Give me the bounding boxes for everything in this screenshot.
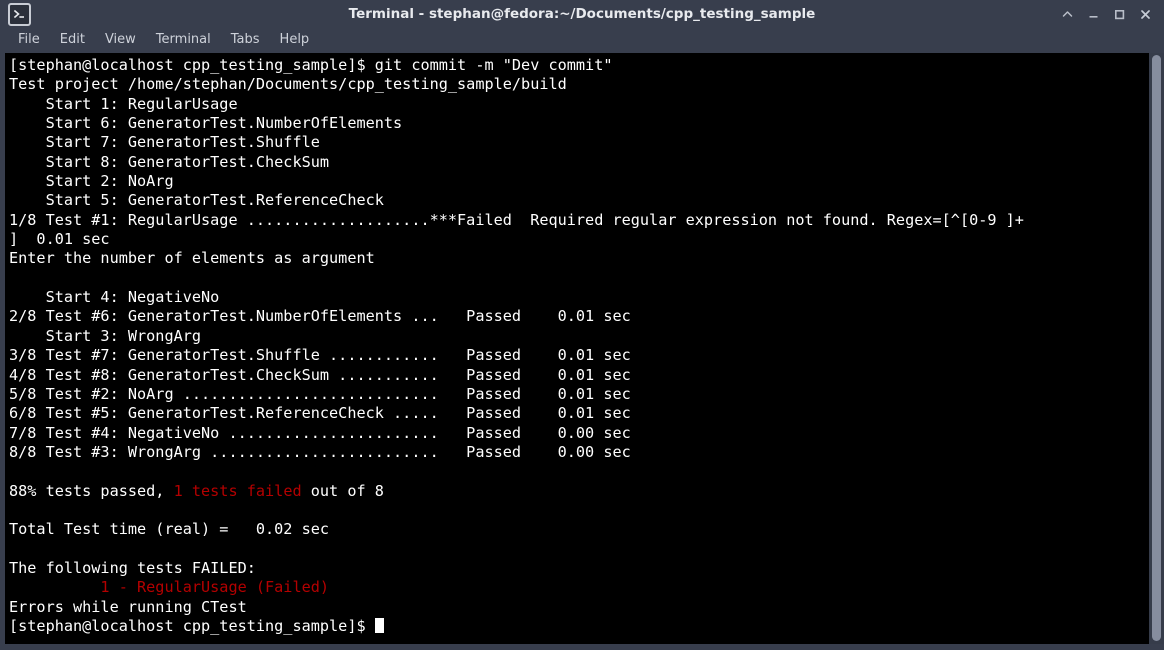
terminal-text-run: ] 0.01 sec	[9, 230, 110, 248]
terminal-text-run: 8/8 Test #3: WrongArg ..................…	[9, 443, 631, 461]
terminal-text-run: Start 8: GeneratorTest.CheckSum	[9, 153, 329, 171]
terminal-text-run: Start 3: WrongArg	[9, 327, 201, 345]
maximize-icon[interactable]	[1106, 1, 1132, 27]
menu-item-file[interactable]: File	[8, 29, 50, 52]
terminal-text-run: 2/8 Test #6: GeneratorTest.NumberOfEleme…	[9, 307, 631, 325]
terminal-text-run: Errors while running CTest	[9, 598, 247, 616]
terminal-text-run: Start 1: RegularUsage	[9, 95, 238, 113]
terminal-text-run: 6/8 Test #5: GeneratorTest.ReferenceChec…	[9, 404, 631, 422]
vertical-scrollbar[interactable]	[1149, 53, 1164, 644]
terminal-text-run: Enter the number of elements as argument	[9, 249, 375, 267]
terminal-body: [stephan@localhost cpp_testing_sample]$ …	[0, 53, 1164, 650]
terminal-text-run: The following tests FAILED:	[9, 559, 256, 577]
menu-item-terminal[interactable]: Terminal	[146, 29, 221, 52]
minimize-icon[interactable]	[1080, 1, 1106, 27]
terminal-text-run: Start 5: GeneratorTest.ReferenceCheck	[9, 191, 384, 209]
terminal-text-run: Start 7: GeneratorTest.Shuffle	[9, 133, 320, 151]
terminal-text-run: 4/8 Test #8: GeneratorTest.CheckSum ....…	[9, 366, 631, 384]
menu-item-edit[interactable]: Edit	[50, 29, 95, 52]
window-controls	[1054, 1, 1158, 27]
terminal-text-run: 1/8 Test #1: RegularUsage ..............…	[9, 211, 1024, 229]
terminal-cursor	[375, 618, 384, 633]
terminal-text-run: Start 6: GeneratorTest.NumberOfElements	[9, 114, 402, 132]
terminal-text-run: [stephan@localhost cpp_testing_sample]$ …	[9, 56, 612, 74]
close-icon[interactable]	[1132, 1, 1158, 27]
terminal-error-text: 1 tests failed	[174, 482, 302, 500]
scrollbar-thumb[interactable]	[1152, 55, 1161, 641]
window-title: Terminal - stephan@fedora:~/Documents/cp…	[0, 0, 1164, 28]
terminal-text-run: 7/8 Test #4: NegativeNo ................…	[9, 424, 631, 442]
terminal-icon	[8, 3, 31, 26]
terminal-window: Terminal - stephan@fedora:~/Documents/cp…	[0, 0, 1164, 650]
chevron-up-icon[interactable]	[1054, 1, 1080, 27]
terminal-output-text: [stephan@localhost cpp_testing_sample]$ …	[9, 56, 1149, 636]
menu-item-help[interactable]: Help	[270, 29, 320, 52]
terminal-text-run: Total Test time (real) = 0.02 sec	[9, 520, 329, 538]
title-bar[interactable]: Terminal - stephan@fedora:~/Documents/cp…	[0, 0, 1164, 28]
terminal-text-run: Test project /home/stephan/Documents/cpp…	[9, 75, 567, 93]
terminal-text-run: 88% tests passed,	[9, 482, 174, 500]
terminal-text-run: out of 8	[302, 482, 384, 500]
terminal-text-run: 5/8 Test #2: NoArg .....................…	[9, 385, 631, 403]
menu-item-view[interactable]: View	[95, 29, 146, 52]
terminal-text-run: [stephan@localhost cpp_testing_sample]$	[9, 617, 375, 635]
menu-item-tabs[interactable]: Tabs	[221, 29, 270, 52]
terminal-output-area[interactable]: [stephan@localhost cpp_testing_sample]$ …	[5, 53, 1149, 644]
menu-bar: File Edit View Terminal Tabs Help	[0, 28, 1164, 53]
terminal-text-run: 3/8 Test #7: GeneratorTest.Shuffle .....…	[9, 346, 631, 364]
terminal-error-text: 1 - RegularUsage (Failed)	[9, 578, 329, 596]
terminal-text-run: Start 2: NoArg	[9, 172, 174, 190]
terminal-text-run: Start 4: NegativeNo	[9, 288, 219, 306]
